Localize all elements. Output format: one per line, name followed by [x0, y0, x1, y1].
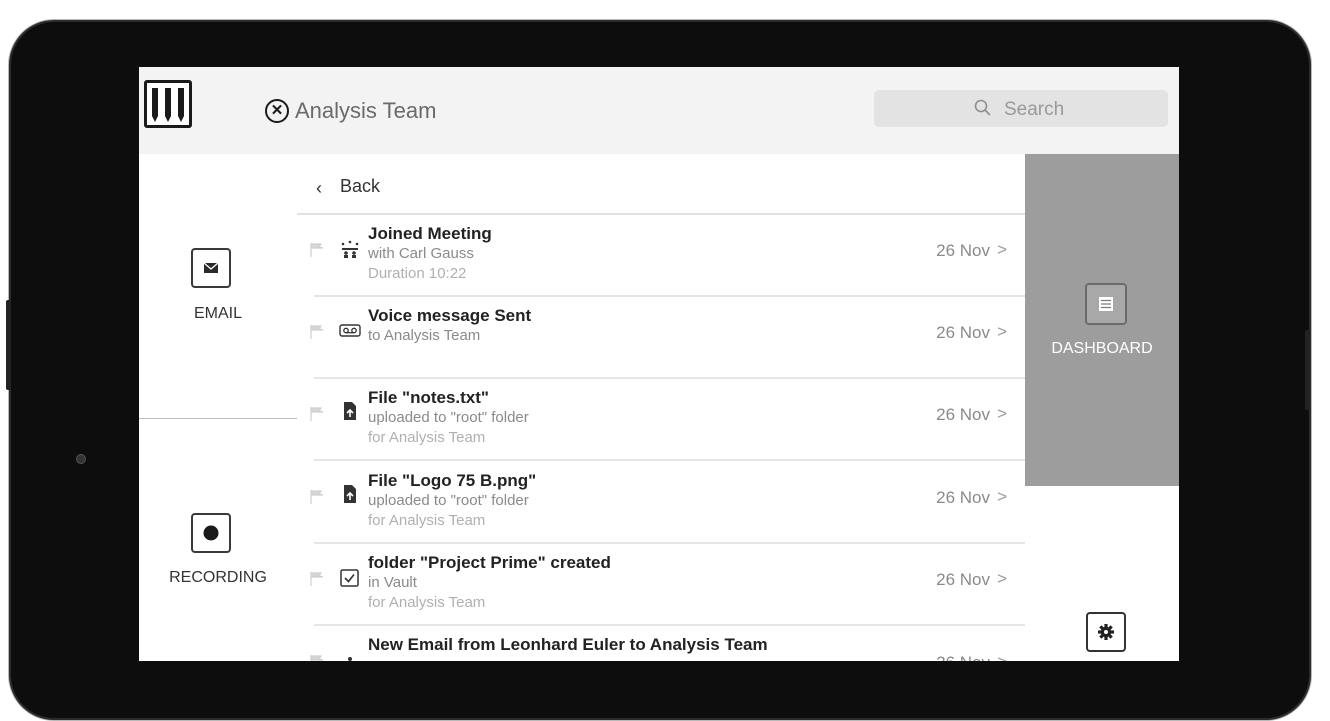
file-upload-icon: [344, 402, 356, 420]
activity-list: ‹ Back Joined Meeting with Carl Gauss Du…: [297, 154, 1025, 661]
recording-label: RECORDING: [169, 569, 267, 586]
right-panel: DASHBOARD: [1025, 154, 1179, 661]
file-upload-icon: [344, 485, 356, 503]
item-title: Joined Meeting: [368, 224, 492, 243]
meeting-icon: [341, 240, 359, 258]
item-subtitle: in Vault: [368, 574, 417, 591]
item-subtitle: to Analysis Team: [368, 327, 481, 344]
gear-icon: [1098, 624, 1114, 640]
list-item[interactable]: New Email from Leonhard Euler to Analysi…: [310, 627, 1025, 661]
item-title: Voice message Sent: [368, 306, 532, 325]
chevron-right-icon: >: [997, 322, 1007, 341]
item-title: File "Logo 75 B.png": [368, 471, 537, 490]
flag-icon: [310, 655, 324, 661]
item-date: 26 Nov: [936, 570, 990, 589]
top-bar: ✕ Analysis Team: [139, 67, 1179, 154]
flag-icon: [310, 243, 324, 257]
list-item[interactable]: File "Logo 75 B.png" uploaded to "root" …: [310, 462, 1025, 544]
search-icon: [974, 99, 991, 116]
recording-tile[interactable]: RECORDING: [139, 419, 297, 661]
chevron-left-icon: ‹: [316, 178, 322, 198]
email-tile[interactable]: EMAIL: [139, 154, 297, 419]
chevron-right-icon: >: [997, 240, 1007, 259]
voicemail-icon: [339, 324, 361, 337]
item-detail: for Analysis Team: [368, 594, 486, 611]
checkbox-icon: [340, 569, 359, 587]
record-icon: [191, 513, 231, 553]
side-button-right: [1305, 330, 1310, 410]
item-title: New Email from Leonhard Euler to Analysi…: [368, 635, 768, 654]
flag-icon: [310, 325, 324, 339]
item-date: 26 Nov: [936, 653, 990, 661]
app-screen: ✕ Analysis Team EMAIL RECORDING: [139, 67, 1179, 661]
dashboard-tile[interactable]: DASHBOARD: [1025, 154, 1179, 486]
list-item[interactable]: folder "Project Prime" created in Vault …: [310, 544, 1025, 626]
left-sidebar: EMAIL RECORDING: [139, 154, 298, 661]
flag-icon: [310, 407, 324, 421]
item-title: folder "Project Prime" created: [368, 553, 611, 572]
settings-button[interactable]: [1086, 612, 1126, 652]
list-item[interactable]: Voice message Sent to Analysis Team 26 N…: [310, 297, 1025, 379]
chevron-right-icon: >: [997, 569, 1007, 588]
item-date: 26 Nov: [936, 241, 990, 260]
flag-icon: [310, 490, 324, 504]
item-subtitle: with Carl Gauss: [368, 245, 474, 262]
back-button[interactable]: ‹ Back: [297, 154, 1025, 215]
chevron-right-icon: >: [997, 487, 1007, 506]
team-title: Analysis Team: [295, 98, 437, 123]
volume-button: [6, 300, 11, 390]
item-detail: for Analysis Team: [368, 512, 486, 529]
search-box[interactable]: [874, 90, 1168, 129]
chevron-right-icon: >: [997, 404, 1007, 423]
list-item[interactable]: File "notes.txt" uploaded to "root" fold…: [310, 379, 1025, 461]
item-detail: for Analysis Team: [368, 429, 486, 446]
item-subtitle: uploaded to "root" folder: [368, 492, 529, 509]
email-label: EMAIL: [193, 305, 242, 322]
item-date: 26 Nov: [936, 488, 990, 507]
close-icon[interactable]: ✕: [265, 99, 289, 123]
back-label: Back: [340, 176, 381, 196]
flag-icon: [310, 572, 324, 586]
item-date: 26 Nov: [936, 405, 990, 424]
dashboard-icon: [1085, 283, 1127, 325]
dashboard-label: DASHBOARD: [1051, 340, 1153, 357]
app-logo: [144, 80, 192, 128]
item-title: File "notes.txt": [368, 388, 489, 407]
search-input[interactable]: [1002, 90, 1156, 129]
email-icon: [348, 657, 352, 661]
email-icon: [191, 248, 231, 288]
item-detail: Duration 10:22: [368, 265, 467, 282]
item-subtitle: uploaded to "root" folder: [368, 409, 529, 426]
chevron-right-icon: >: [997, 652, 1007, 661]
list-item[interactable]: Joined Meeting with Carl Gauss Duration …: [310, 215, 1025, 297]
item-date: 26 Nov: [936, 323, 990, 342]
camera-icon: [76, 454, 86, 464]
